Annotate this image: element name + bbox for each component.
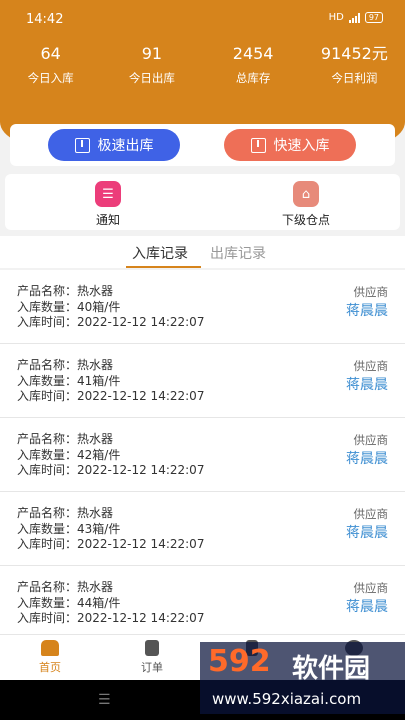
stat-value: 64 [40, 44, 61, 63]
stat-label: 今日出库 [128, 71, 175, 85]
quantity: 入库数量：44箱/件 [17, 595, 121, 610]
quantity: 入库数量：40箱/件 [17, 299, 121, 314]
list-item[interactable]: 产品名称：热水器 入库数量：43箱/件 入库时间：2022-12-12 14:2… [0, 492, 405, 566]
supplier-name: 蒋晨晨 [346, 303, 388, 319]
supplier-label: 供应商 [353, 433, 389, 447]
product-name: 产品名称：热水器 [17, 358, 114, 372]
product-name: 产品名称：热水器 [17, 432, 114, 446]
stat-today-profit[interactable]: 91452元 今日利润 [304, 44, 405, 86]
stat-today-in[interactable]: 64 今日入库 [0, 44, 101, 86]
supplier-name: 蒋晨晨 [346, 599, 388, 615]
product-name: 产品名称：热水器 [17, 284, 114, 298]
quick-entry-card: ☰ 通知 ⌂ 下级仓点 [5, 174, 400, 230]
product-name: 产品名称：热水器 [17, 506, 114, 520]
supplier-label: 供应商 [353, 507, 389, 521]
notice-label: 通知 [95, 213, 120, 227]
nav-orders-label: 订单 [141, 661, 163, 674]
stat-total-stock[interactable]: 2454 总库存 [203, 44, 304, 86]
tab-in-records[interactable]: 入库记录 [132, 243, 188, 263]
quantity: 入库数量：41箱/件 [17, 373, 121, 388]
sub-warehouse-entry[interactable]: ⌂ 下级仓点 [266, 181, 346, 228]
tab-out-records[interactable]: 出库记录 [210, 243, 266, 263]
record-details: 产品名称：热水器 入库数量：43箱/件 入库时间：2022-12-12 14:2… [17, 506, 204, 553]
list-item[interactable]: 产品名称：热水器 入库数量：41箱/件 入库时间：2022-12-12 14:2… [0, 344, 405, 418]
nav-home-label: 首页 [39, 661, 61, 674]
stock-in-time: 入库时间：2022-12-12 14:22:07 [17, 463, 205, 477]
record-details: 产品名称：热水器 入库数量：40箱/件 入库时间：2022-12-12 14:2… [17, 284, 204, 331]
stat-value: 91452元 [320, 44, 388, 63]
fast-in-button[interactable]: 快速入库 [224, 129, 356, 161]
stat-label: 今日利润 [331, 71, 378, 85]
nav-home[interactable]: 首页 [20, 640, 80, 675]
watermark: 592 软件园 www.592xiazai.com [200, 642, 405, 714]
network-label: HD [328, 12, 344, 23]
stat-label: 总库存 [235, 71, 271, 85]
status-bar: 14:42 HD 97 [0, 0, 405, 36]
download-box-icon [250, 137, 266, 153]
stat-label: 今日入库 [27, 71, 74, 85]
menu-icon[interactable]: ☰ [98, 693, 112, 707]
fast-out-button[interactable]: 极速出库 [48, 129, 180, 161]
watermark-logo: 592 [208, 644, 271, 679]
battery-icon: 97 [364, 12, 383, 23]
supplier-label: 供应商 [353, 359, 389, 373]
product-name: 产品名称：热水器 [17, 580, 114, 594]
status-time: 14:42 [26, 12, 64, 27]
status-indicators: HD 97 [329, 12, 383, 23]
supplier-name: 蒋晨晨 [346, 377, 388, 393]
list-item[interactable]: 产品名称：热水器 入库数量：40箱/件 入库时间：2022-12-12 14:2… [0, 270, 405, 344]
store-icon: ⌂ [293, 181, 319, 207]
record-details: 产品名称：热水器 入库数量：41箱/件 入库时间：2022-12-12 14:2… [17, 358, 204, 405]
home-icon [41, 640, 59, 656]
sub-warehouse-label: 下级仓点 [281, 213, 330, 227]
quantity: 入库数量：42箱/件 [17, 447, 121, 462]
record-list: 产品名称：热水器 入库数量：40箱/件 入库时间：2022-12-12 14:2… [0, 270, 405, 640]
record-details: 产品名称：热水器 入库数量：42箱/件 入库时间：2022-12-12 14:2… [17, 432, 204, 479]
notice-entry[interactable]: ☰ 通知 [68, 181, 148, 228]
supplier-label: 供应商 [353, 581, 389, 595]
action-card: 极速出库 快速入库 [10, 124, 395, 166]
stock-in-time: 入库时间：2022-12-12 14:22:07 [17, 389, 205, 403]
supplier-name: 蒋晨晨 [346, 525, 388, 541]
list-item[interactable]: 产品名称：热水器 入库数量：42箱/件 入库时间：2022-12-12 14:2… [0, 418, 405, 492]
nav-orders[interactable]: 订单 [122, 640, 182, 675]
list-item[interactable]: 产品名称：热水器 入库数量：44箱/件 入库时间：2022-12-12 14:2… [0, 566, 405, 640]
supplier-label: 供应商 [353, 285, 389, 299]
watermark-url: www.592xiazai.com [212, 690, 362, 708]
fast-in-label: 快速入库 [273, 138, 330, 154]
supplier-name: 蒋晨晨 [346, 451, 388, 467]
stat-value: 2454 [232, 44, 274, 63]
record-details: 产品名称：热水器 入库数量：44箱/件 入库时间：2022-12-12 14:2… [17, 580, 204, 627]
stock-in-time: 入库时间：2022-12-12 14:22:07 [17, 611, 205, 625]
watermark-text: 软件园 [292, 654, 371, 684]
stock-in-time: 入库时间：2022-12-12 14:22:07 [17, 537, 205, 551]
message-icon: ☰ [95, 181, 121, 207]
fast-out-label: 极速出库 [97, 138, 154, 154]
signal-icon [348, 12, 360, 23]
stats-row: 64 今日入库 91 今日出库 2454 总库存 91452元 今日利润 [0, 44, 405, 86]
stat-value: 91 [141, 44, 163, 63]
record-tabs: 入库记录 出库记录 [0, 236, 405, 268]
order-icon [145, 640, 159, 656]
upload-box-icon [74, 137, 90, 153]
stock-in-time: 入库时间：2022-12-12 14:22:07 [17, 315, 205, 329]
quantity: 入库数量：43箱/件 [17, 521, 121, 536]
active-tab-indicator [126, 266, 201, 268]
stat-today-out[interactable]: 91 今日出库 [101, 44, 202, 86]
